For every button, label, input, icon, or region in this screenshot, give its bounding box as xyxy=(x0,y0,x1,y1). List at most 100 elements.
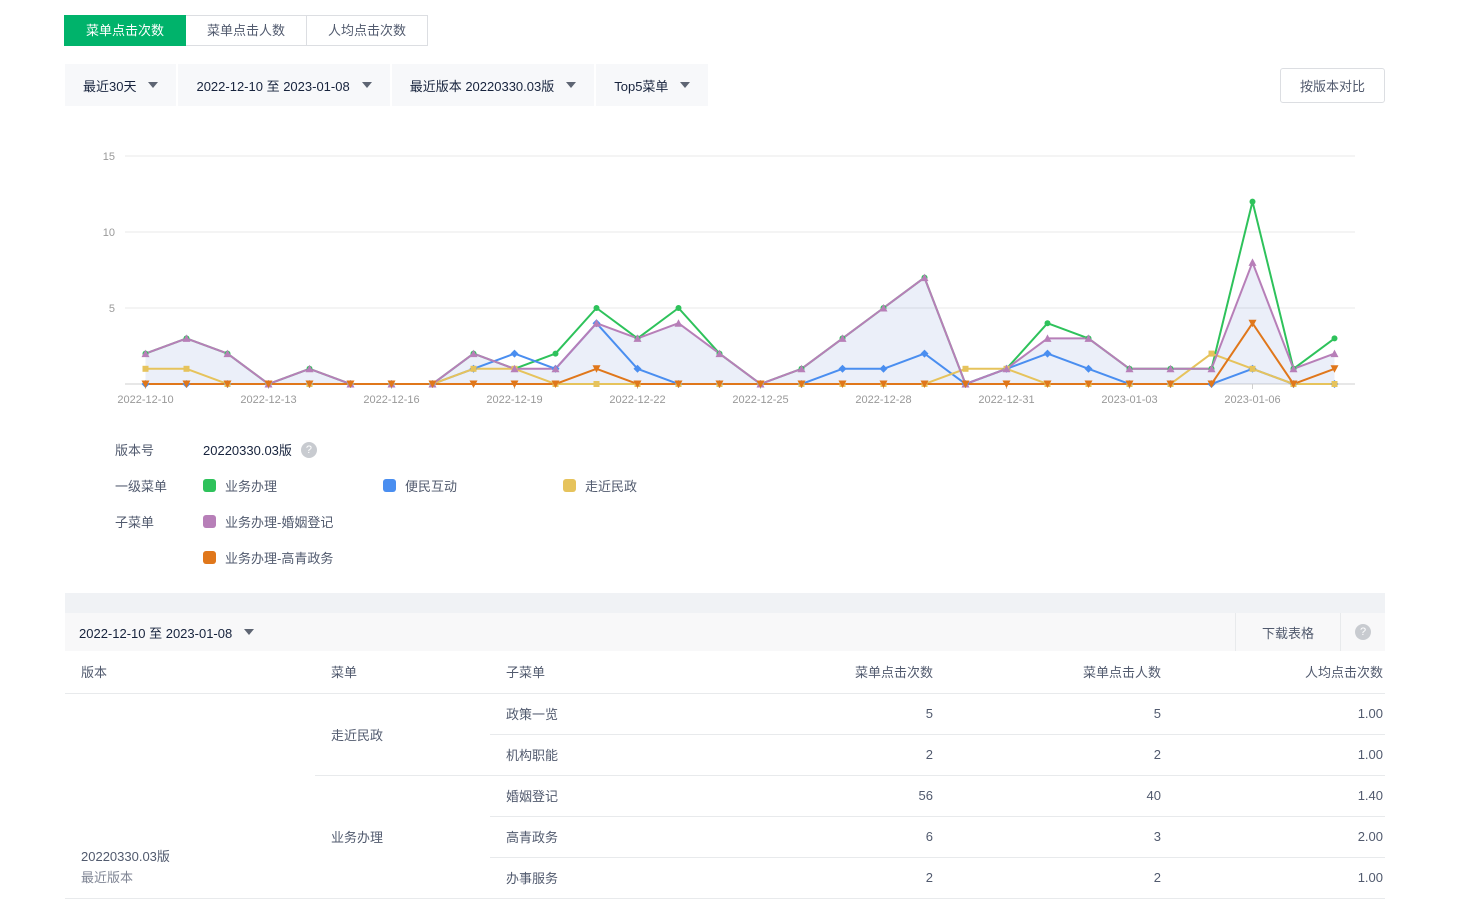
chevron-down-icon xyxy=(148,82,158,88)
svg-text:2023-01-06: 2023-01-06 xyxy=(1224,394,1280,406)
legend-level1-row: 一级菜单 业务办理 便民互动 走近民政 xyxy=(115,476,1385,495)
help-icon[interactable]: ? xyxy=(1355,624,1371,640)
click-count-cell: 56 xyxy=(710,775,935,816)
click-count-cell: 2 xyxy=(710,857,935,898)
legend-item-yewubanli[interactable]: 业务办理 xyxy=(203,476,383,495)
chart-legend: 版本号 20220330.03版 ? 一级菜单 业务办理 便民互动 走近民政 子… xyxy=(65,426,1385,593)
table-date-range-dropdown[interactable]: 2022-12-10 至 2023-01-08 xyxy=(65,613,254,651)
col-click-count: 菜单点击次数 xyxy=(710,651,935,693)
legend-swatch-green xyxy=(203,479,216,492)
submenu-cell: 政策一览 xyxy=(490,693,710,734)
click-users-cell: 40 xyxy=(935,775,1163,816)
submenu-cell: 办事服务 xyxy=(490,857,710,898)
col-submenu: 子菜单 xyxy=(490,651,710,693)
menu-cell-zoujinminzheng: 走近民政 xyxy=(315,693,490,775)
legend-submenu-row2: 业务办理-高青政务 xyxy=(115,548,1385,567)
submenu-cell: 高青政务 xyxy=(490,816,710,857)
legend-item-zoujinminzheng[interactable]: 走近民政 xyxy=(563,476,743,495)
legend-submenu-row: 子菜单 业务办理-婚姻登记 xyxy=(115,512,1385,531)
svg-text:15: 15 xyxy=(103,151,115,163)
svg-text:2022-12-28: 2022-12-28 xyxy=(855,394,911,406)
help-icon[interactable]: ? xyxy=(301,442,317,458)
legend-item-bianminhudong[interactable]: 便民互动 xyxy=(383,476,563,495)
version-label: 版本号 xyxy=(115,440,203,459)
submenu-cell: 婚姻登记 xyxy=(490,775,710,816)
col-version: 版本 xyxy=(65,651,315,693)
legend-item-label: 便民互动 xyxy=(405,476,457,495)
legend-item-label: 业务办理 xyxy=(225,476,277,495)
click-users-cell: 5 xyxy=(935,693,1163,734)
chevron-down-icon xyxy=(244,629,254,635)
legend-swatch-orange xyxy=(203,551,216,564)
click-users-cell: 2 xyxy=(935,734,1163,775)
version-cell: 20220330.03版 最近版本 xyxy=(65,693,315,898)
tab-menu-click-users[interactable]: 菜单点击人数 xyxy=(185,15,307,46)
line-chart[interactable]: 510152022-12-102022-12-132022-12-162022-… xyxy=(65,106,1385,426)
filter-bar: 最近30天 2022-12-10 至 2023-01-08 最近版本 20220… xyxy=(65,64,1385,106)
clicks-per-user-cell: 1.00 xyxy=(1163,857,1385,898)
legend-version-row: 版本号 20220330.03版 ? xyxy=(115,440,1385,459)
date-range-dropdown[interactable]: 2022-12-10 至 2023-01-08 xyxy=(178,64,391,106)
svg-text:2022-12-31: 2022-12-31 xyxy=(978,394,1034,406)
click-count-cell: 6 xyxy=(710,816,935,857)
version-name: 20220330.03版 xyxy=(81,846,315,867)
svg-text:10: 10 xyxy=(103,227,115,239)
legend-item-label: 业务办理-高青政务 xyxy=(225,548,333,567)
click-count-cell: 2 xyxy=(710,734,935,775)
version-tag: 最近版本 xyxy=(81,867,315,888)
svg-text:2022-12-16: 2022-12-16 xyxy=(363,394,419,406)
svg-text:2023-01-03: 2023-01-03 xyxy=(1101,394,1157,406)
submenu-label: 子菜单 xyxy=(115,512,203,531)
top5-dropdown-label: Top5菜单 xyxy=(614,76,668,95)
svg-text:2022-12-22: 2022-12-22 xyxy=(609,394,665,406)
legend-swatch-yellow xyxy=(563,479,576,492)
col-menu: 菜单 xyxy=(315,651,490,693)
legend-item-label: 走近民政 xyxy=(585,476,637,495)
section-divider xyxy=(65,593,1385,613)
col-click-users: 菜单点击人数 xyxy=(935,651,1163,693)
download-table-label: 下载表格 xyxy=(1262,623,1314,642)
table-row: 20220330.03版 最近版本 走近民政 政策一览 5 5 1.00 xyxy=(65,693,1385,734)
click-users-cell: 3 xyxy=(935,816,1163,857)
table-help-segment: ? xyxy=(1340,613,1385,651)
legend-swatch-blue xyxy=(383,479,396,492)
table-toolbar: 2022-12-10 至 2023-01-08 下载表格 ? xyxy=(65,613,1385,651)
compare-by-version-button[interactable]: 按版本对比 xyxy=(1280,68,1385,103)
table-date-range-label: 2022-12-10 至 2023-01-08 xyxy=(79,623,232,642)
table-card: 2022-12-10 至 2023-01-08 下载表格 ? 版本 菜单 子菜单… xyxy=(65,613,1385,899)
metric-tabs: 菜单点击次数 菜单点击人数 人均点击次数 xyxy=(65,15,1460,46)
click-users-cell: 2 xyxy=(935,857,1163,898)
top5-dropdown[interactable]: Top5菜单 xyxy=(596,64,710,106)
download-table-button[interactable]: 下载表格 xyxy=(1235,613,1340,651)
submenu-cell: 机构职能 xyxy=(490,734,710,775)
svg-text:2022-12-19: 2022-12-19 xyxy=(486,394,542,406)
date-range-label: 2022-12-10 至 2023-01-08 xyxy=(196,76,349,95)
clicks-per-user-cell: 2.00 xyxy=(1163,816,1385,857)
level1-menu-label: 一级菜单 xyxy=(115,476,203,495)
chevron-down-icon xyxy=(680,82,690,88)
version-dropdown-label: 最近版本 20220330.03版 xyxy=(410,76,555,95)
legend-item-gaoqingzhengwu[interactable]: 业务办理-高青政务 xyxy=(203,548,383,567)
clicks-per-user-cell: 1.00 xyxy=(1163,693,1385,734)
clicks-per-user-cell: 1.40 xyxy=(1163,775,1385,816)
table-header-row: 版本 菜单 子菜单 菜单点击次数 菜单点击人数 人均点击次数 xyxy=(65,651,1385,693)
tab-menu-click-count[interactable]: 菜单点击次数 xyxy=(64,15,186,46)
legend-swatch-purple xyxy=(203,515,216,528)
version-dropdown[interactable]: 最近版本 20220330.03版 xyxy=(392,64,597,106)
chevron-down-icon xyxy=(362,82,372,88)
chevron-down-icon xyxy=(566,82,576,88)
click-count-cell: 5 xyxy=(710,693,935,734)
stats-table: 版本 菜单 子菜单 菜单点击次数 菜单点击人数 人均点击次数 20220330.… xyxy=(65,651,1385,899)
svg-text:2022-12-10: 2022-12-10 xyxy=(117,394,173,406)
menu-cell-yewubanli: 业务办理 xyxy=(315,775,490,898)
svg-text:2022-12-25: 2022-12-25 xyxy=(732,394,788,406)
col-clicks-per-user: 人均点击次数 xyxy=(1163,651,1385,693)
range-dropdown[interactable]: 最近30天 xyxy=(65,64,178,106)
legend-item-label: 业务办理-婚姻登记 xyxy=(225,512,333,531)
tab-clicks-per-user[interactable]: 人均点击次数 xyxy=(306,15,428,46)
svg-text:5: 5 xyxy=(109,303,115,315)
chart-card: 最近30天 2022-12-10 至 2023-01-08 最近版本 20220… xyxy=(65,64,1385,593)
clicks-per-user-cell: 1.00 xyxy=(1163,734,1385,775)
legend-item-hunyindengji[interactable]: 业务办理-婚姻登记 xyxy=(203,512,383,531)
range-dropdown-label: 最近30天 xyxy=(83,76,136,95)
